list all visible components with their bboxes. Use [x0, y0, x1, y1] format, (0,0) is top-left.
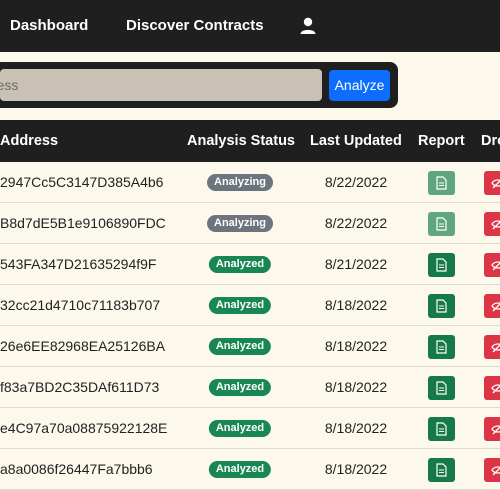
drop-button[interactable] — [484, 253, 500, 277]
drop-button[interactable] — [484, 294, 500, 318]
contract-address[interactable]: e4C97a70a08875922128E — [0, 408, 167, 448]
last-updated-date: 8/21/2022 — [324, 256, 388, 272]
contract-address[interactable]: f83a7BD2C35DAf611D73 — [0, 367, 159, 407]
analyze-button[interactable]: Analyze — [329, 70, 390, 101]
file-icon — [436, 299, 447, 313]
header-address: Address — [0, 133, 59, 149]
drop-button[interactable] — [484, 417, 500, 441]
drop-button[interactable] — [484, 376, 500, 400]
table-row: 32cc21d4710c71183b707 Analyzed 8/18/2022 — [0, 285, 500, 326]
status-badge: Analyzed — [208, 461, 272, 478]
status-badge: Analyzing — [207, 215, 273, 232]
nav-discover-contracts-link[interactable]: Discover Contracts — [126, 0, 264, 52]
header-analysis-status: Analysis Status — [187, 133, 295, 149]
last-updated-date: 8/22/2022 — [324, 215, 388, 231]
file-icon — [436, 422, 447, 436]
last-updated-date: 8/22/2022 — [324, 174, 388, 190]
last-updated-date: 8/18/2022 — [324, 379, 388, 395]
status-badge: Analyzing — [207, 174, 273, 191]
drop-button[interactable] — [484, 212, 500, 236]
header-report: Report — [418, 133, 465, 149]
eye-slash-icon — [491, 302, 500, 312]
status-badge: Analyzed — [208, 338, 272, 355]
table-row: f83a7BD2C35DAf611D73 Analyzed 8/18/2022 — [0, 367, 500, 408]
report-button[interactable] — [428, 212, 455, 236]
file-icon — [436, 381, 447, 395]
file-icon — [436, 463, 447, 477]
report-button[interactable] — [428, 171, 455, 195]
report-button[interactable] — [428, 253, 455, 277]
file-icon — [436, 258, 447, 272]
eye-slash-icon — [491, 179, 500, 189]
eye-slash-icon — [491, 425, 500, 435]
status-badge: Analyzed — [208, 379, 272, 396]
table-row: e4C97a70a08875922128E Analyzed 8/18/2022 — [0, 408, 500, 449]
eye-slash-icon — [491, 220, 500, 230]
report-button[interactable] — [428, 376, 455, 400]
drop-button[interactable] — [484, 458, 500, 482]
file-icon — [436, 340, 447, 354]
table-row: a8a0086f26447Fa7bbb6 Analyzed 8/18/2022 — [0, 449, 500, 490]
eye-slash-icon — [491, 261, 500, 271]
contract-address[interactable]: B8d7dE5B1e9106890FDC — [0, 203, 166, 243]
user-icon[interactable] — [299, 17, 317, 35]
contract-address-input[interactable]: t Address — [0, 69, 322, 101]
status-badge: Analyzed — [208, 420, 272, 437]
nav-dashboard-link[interactable]: Dashboard — [10, 0, 88, 52]
drop-button[interactable] — [484, 335, 500, 359]
report-button[interactable] — [428, 294, 455, 318]
report-button[interactable] — [428, 458, 455, 482]
table-row: 543FA347D21635294f9F Analyzed 8/21/2022 — [0, 244, 500, 285]
last-updated-date: 8/18/2022 — [324, 420, 388, 436]
contract-address[interactable]: a8a0086f26447Fa7bbb6 — [0, 449, 153, 489]
last-updated-date: 8/18/2022 — [324, 338, 388, 354]
header-last-updated: Last Updated — [310, 133, 402, 149]
status-badge: Analyzed — [208, 297, 272, 314]
table-row: 26e6EE82968EA25126BA Analyzed 8/18/2022 — [0, 326, 500, 367]
last-updated-date: 8/18/2022 — [324, 297, 388, 313]
navbar: Dashboard Discover Contracts — [0, 0, 500, 52]
report-button[interactable] — [428, 335, 455, 359]
file-icon — [436, 217, 447, 231]
table-row: 2947Cc5C3147D385A4b6 Analyzing 8/22/2022 — [0, 162, 500, 203]
contract-address[interactable]: 32cc21d4710c71183b707 — [0, 285, 160, 325]
contract-address[interactable]: 543FA347D21635294f9F — [0, 244, 156, 284]
last-updated-date: 8/18/2022 — [324, 461, 388, 477]
report-button[interactable] — [428, 417, 455, 441]
drop-button[interactable] — [484, 171, 500, 195]
search-placeholder: t Address — [0, 77, 19, 93]
eye-slash-icon — [491, 384, 500, 394]
table-header: Address Analysis Status Last Updated Rep… — [0, 120, 500, 162]
eye-slash-icon — [491, 343, 500, 353]
contract-address[interactable]: 2947Cc5C3147D385A4b6 — [0, 162, 163, 202]
table-row: B8d7dE5B1e9106890FDC Analyzing 8/22/2022 — [0, 203, 500, 244]
file-icon — [436, 176, 447, 190]
status-badge: Analyzed — [208, 256, 272, 273]
contract-address[interactable]: 26e6EE82968EA25126BA — [0, 326, 165, 366]
header-drop: Dro — [481, 133, 500, 149]
eye-slash-icon — [491, 466, 500, 476]
